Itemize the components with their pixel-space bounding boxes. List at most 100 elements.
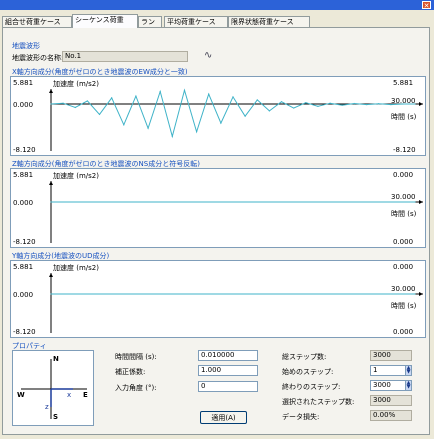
angle-input[interactable]: 0 [198, 381, 258, 392]
chart-x-component: 5.881 0.000 -8.120 加速度 (m/s2) 5.881 -8.1… [10, 76, 426, 156]
data-point [86, 100, 88, 102]
tab-limit-state-load[interactable]: 限界状態荷重ケース [228, 16, 310, 27]
data-point [341, 104, 343, 106]
data-point [183, 89, 186, 91]
data-point [98, 113, 101, 116]
compass-x-label: x [67, 391, 72, 399]
chart-x-yaxis-label: 加速度 (m/s2) [53, 80, 99, 88]
data-point [159, 90, 161, 93]
chart-y-xaxis-label: 時間 (s) [391, 302, 417, 310]
data-point [414, 293, 416, 295]
chart-z-component: 5.881 0.000 -8.120 加速度 (m/s2) 0.000 0.00… [10, 168, 426, 248]
chart-y-component: 5.881 0.000 -8.120 加速度 (m/s2) 0.000 0.00… [10, 260, 426, 338]
data-point [244, 115, 246, 117]
data-point [256, 99, 258, 101]
tab-average-load[interactable]: 平均荷重ケース [164, 16, 228, 27]
data-point [196, 131, 198, 133]
x-axis-arrow [419, 200, 423, 204]
compass-z-label: z [45, 403, 49, 411]
data-point [414, 201, 416, 203]
data-point [111, 97, 113, 99]
earthquake-name-field: No.1 [62, 51, 188, 62]
data-loss-label: データ損失: [282, 413, 320, 421]
data-point [147, 127, 149, 129]
chart-x-ymax-label: 5.881 [13, 79, 34, 87]
data-point [378, 103, 380, 105]
chart-z-right-bottom-label: 0.000 [393, 238, 414, 246]
chart-y-right-bottom-label: 0.000 [393, 328, 414, 336]
data-point [365, 103, 368, 106]
tab-sequence-load[interactable]: シーケンス荷重 [72, 14, 138, 28]
end-step-input[interactable]: 3000 [370, 380, 406, 391]
selected-steps-field: 3000 [370, 395, 412, 406]
compass-west-label: W [17, 391, 25, 399]
data-point [50, 293, 52, 295]
time-step-label: 時間間隔 (s): [115, 353, 157, 361]
data-point [208, 93, 210, 95]
chart-z-right-top-label: 0.000 [393, 171, 414, 179]
chart-z-ymin-label: -8.120 [13, 238, 36, 246]
chart-y-yzero-label: 0.000 [13, 291, 34, 299]
chart-y-xend-label: 30.000 [391, 285, 416, 293]
coef-input[interactable]: 1.000 [198, 365, 258, 376]
data-point [74, 106, 76, 109]
chart-x-right-top-label: 5.881 [393, 79, 414, 87]
chart-z-xaxis-label: 時間 (s) [391, 210, 417, 218]
time-step-input[interactable]: 0.010000 [198, 350, 258, 361]
chart-y-right-top-label: 0.000 [393, 263, 414, 271]
end-step-spinner[interactable]: ▲ ▼ [405, 380, 412, 391]
start-step-input[interactable]: 1 [370, 365, 406, 376]
data-point [50, 103, 52, 105]
total-steps-field: 3000 [370, 350, 412, 361]
direction-compass: N S W E x z [12, 350, 94, 426]
chart-z-yzero-label: 0.000 [13, 199, 34, 207]
compass-south-label: S [53, 413, 59, 421]
compass-north-label: N [53, 355, 59, 363]
data-point [135, 95, 137, 97]
y-axis-arrow [49, 273, 53, 277]
data-point [50, 201, 52, 203]
x-axis-arrow [419, 102, 423, 106]
start-step-spinner[interactable]: ▲ ▼ [405, 365, 412, 376]
data-point [232, 96, 234, 98]
total-steps-label: 総ステップ数: [282, 353, 327, 361]
earthquake-group-title: 地震波形 [12, 42, 40, 50]
data-point [268, 110, 270, 112]
chart-z-xend-label: 30.000 [391, 193, 416, 201]
data-point [305, 102, 307, 104]
chart-y-yaxis-label: 加速度 (m/s2) [53, 264, 99, 272]
compass-east-label: E [83, 391, 88, 399]
tab-combination-load[interactable]: 組合せ荷重ケース [2, 16, 72, 27]
end-step-label: 終わりのステップ: [282, 383, 341, 391]
selected-steps-label: 選択されたステップ数: [282, 398, 355, 406]
angle-label: 入力角度 (°): [115, 384, 157, 392]
chart-y-ymin-label: -8.120 [13, 328, 36, 336]
data-point [317, 105, 319, 107]
data-point [329, 102, 331, 104]
start-step-label: 始めのステップ: [282, 368, 334, 376]
waveform-icon[interactable]: ∿ [204, 50, 212, 61]
data-point [62, 102, 64, 104]
data-point [123, 124, 125, 126]
coef-label: 補正係数: [115, 368, 146, 376]
chart-x-ymin-label: -8.120 [13, 146, 36, 154]
tab-bar: 組合せ荷重ケース シーケンス荷重 ラン 平均荷重ケース 限界状態荷重ケース [2, 14, 432, 28]
chart-x-xend-label: 30.000 [391, 97, 416, 105]
data-loss-field: 0.00% [370, 410, 412, 421]
data-point [293, 107, 295, 109]
apply-button[interactable]: 適用(A) [200, 411, 247, 424]
earthquake-name-label: 地震波形の名称: [12, 54, 64, 62]
data-point [353, 102, 355, 105]
chart-x-xaxis-label: 時間 (s) [391, 113, 417, 121]
close-button[interactable]: ✕ [422, 1, 431, 10]
data-point [220, 122, 222, 124]
tab-run[interactable]: ラン [138, 16, 162, 27]
chart-x-right-bottom-label: -8.120 [393, 146, 416, 154]
window-title-bar: ✕ [0, 0, 434, 10]
chart-x-yzero-label: 0.000 [13, 101, 34, 109]
x-axis-arrow [419, 292, 423, 296]
chart-y-ymax-label: 5.881 [13, 263, 34, 271]
data-point [280, 101, 283, 103]
y-axis-arrow [49, 89, 53, 93]
chart-z-ymax-label: 5.881 [13, 171, 34, 179]
